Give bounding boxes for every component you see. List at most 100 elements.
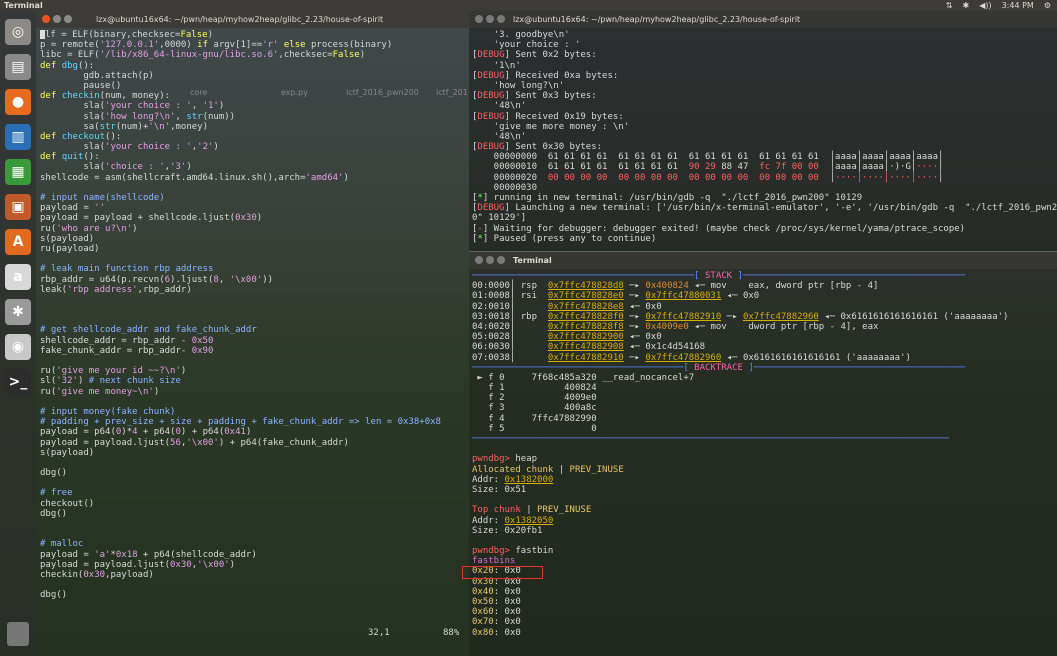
vim-buffer[interactable]: lf = ELF(binary,checksec=False) p = remot… <box>40 30 441 601</box>
gear-icon[interactable]: ⚙ <box>1044 0 1051 11</box>
gdb-line-segment: f 5 0 <box>472 423 597 434</box>
active-app-name: Terminal <box>4 1 43 10</box>
code-line-segment: ) <box>77 376 89 387</box>
launcher: ◎ ▤ ● ▥ ▦ ▣ Aa ✱ ◉ >_ <box>0 11 36 656</box>
maximize-icon[interactable] <box>497 15 505 23</box>
gdb-line-segment: Size: 0x20fb1 <box>472 525 543 536</box>
gdb-line-segment: pwndbg> <box>472 546 510 557</box>
gdb-line: ► f 0 7f68c485a320 __read_nocancel+7 <box>472 373 1008 383</box>
desktop-file-core[interactable]: core <box>190 88 207 97</box>
bluetooth-icon[interactable]: ✱ <box>962 0 969 11</box>
desktop-file-exp[interactable]: exp.py <box>281 88 308 97</box>
launcher-software-icon[interactable]: A <box>5 229 31 255</box>
desktop-file-binary[interactable]: lctf_2016_pwn200 <box>346 88 419 97</box>
output-line: [-] Waiting for debugger: debugger exite… <box>472 224 1057 234</box>
output-line-segment: 90 29 <box>688 162 722 173</box>
code-line: ru('give me your id ~~?\n') <box>40 366 441 376</box>
code-line-segment: ru( <box>40 386 57 397</box>
gdb-line-segment: ◂─ 0x0 <box>623 332 662 343</box>
editor-terminal-titlebar[interactable]: lzx@ubuntu16x64: ~/pwn/heap/myhow2heap/g… <box>36 11 469 28</box>
system-tray[interactable]: ⇅ ✱ ◀)) 3:44 PM ⚙ <box>946 0 1051 11</box>
launcher-writer-icon[interactable]: ▥ <box>5 124 31 150</box>
launcher-calc-icon[interactable]: ▦ <box>5 159 31 185</box>
gdb-line-segment: ◂─ 0x0 <box>721 291 760 302</box>
output-line-segment: ···· <box>916 162 939 173</box>
code-line-segment: ) <box>343 172 349 183</box>
gdb-line: ────────────────────────────────────────… <box>472 271 1008 281</box>
highlight-box <box>462 566 543 579</box>
launcher-dash-icon[interactable]: ◎ <box>5 19 31 45</box>
code-line: shellcode = asm(shellcraft.amd64.linux.s… <box>40 173 441 183</box>
code-line-segment: leak( <box>40 284 68 295</box>
code-line: p = remote('127.0.0.1',0000) if argv[1]=… <box>40 40 441 50</box>
launcher-terminal-icon[interactable]: >_ <box>5 369 31 395</box>
code-line-segment: + p64( <box>137 427 176 438</box>
gdb-terminal-titlebar[interactable]: Terminal <box>469 252 1057 269</box>
launcher-firefox-icon[interactable]: ● <box>5 89 31 115</box>
launcher-settings-icon[interactable]: ✱ <box>5 299 31 325</box>
exploit-output[interactable]: '3. goodbye\n' 'your choice : ' [DEBUG] S… <box>472 30 1057 244</box>
launcher-amazon-icon[interactable]: a <box>5 264 31 290</box>
trash-icon[interactable] <box>7 622 29 646</box>
gdb-line-segment: ────────────────────────────────────────… <box>472 271 705 281</box>
close-icon[interactable] <box>42 15 50 23</box>
gdb-line: Addr: 0x1382050 <box>472 516 1008 526</box>
output-line-segment: ] Received 0xa bytes: <box>504 70 619 81</box>
exploit-terminal-titlebar[interactable]: lzx@ubuntu16x64: ~/pwn/heap/myhow2heap/g… <box>469 11 1057 28</box>
code-line: def quit(): <box>40 152 441 162</box>
code-line: dbg() <box>40 468 441 478</box>
close-icon[interactable] <box>475 256 483 264</box>
desktop-file-binary-2[interactable]: lctf_201 <box>436 88 468 97</box>
editor-terminal-window[interactable]: lzx@ubuntu16x64: ~/pwn/heap/myhow2heap/g… <box>36 11 469 656</box>
minimize-icon[interactable] <box>486 15 494 23</box>
gdb-line-segment: ◂─ 0x0 <box>623 301 662 312</box>
code-line-segment: 'how long?\n' <box>105 111 176 122</box>
gdb-terminal[interactable]: Terminal ───────────────────────────────… <box>469 252 1057 656</box>
launcher-files-icon[interactable]: ▤ <box>5 54 31 80</box>
clock[interactable]: 3:44 PM <box>1002 0 1034 11</box>
code-line-segment: else <box>283 40 306 51</box>
gdb-line-segment: ─▸ <box>623 321 646 332</box>
output-line-segment: │ <box>818 172 836 183</box>
code-line-segment: # free <box>40 488 73 499</box>
code-line: sl('32') # next chunk size <box>40 376 441 386</box>
code-line-segment: fake_chunk_addr = rbp_addr- <box>40 345 192 356</box>
gdb-line: f 2 4009e0 <box>472 393 1008 403</box>
network-icon[interactable]: ⇅ <box>946 0 953 11</box>
gdb-line: 0x70: 0x0 <box>472 617 1008 627</box>
code-line-segment: '3' <box>170 162 187 173</box>
gdb-line-segment: 0x1382050 <box>504 515 554 526</box>
launcher-impress-icon[interactable]: ▣ <box>5 194 31 220</box>
gdb-line-segment: BACKTRACE <box>694 362 743 373</box>
exploit-output-terminal[interactable]: lzx@ubuntu16x64: ~/pwn/heap/myhow2heap/g… <box>469 11 1057 251</box>
code-line-segment: process(binary) <box>305 40 393 51</box>
maximize-icon[interactable] <box>497 256 505 264</box>
close-icon[interactable] <box>475 15 483 23</box>
output-line-segment: │ <box>938 172 944 183</box>
maximize-icon[interactable] <box>64 15 72 23</box>
gdb-line-segment: ◂─ 0x6161616161616161 ('aaaaaaaa') <box>818 311 1009 322</box>
code-line-segment: if <box>197 40 208 51</box>
code-line-segment: 0x41 <box>224 427 246 438</box>
code-line-segment: payload = <box>40 549 95 560</box>
code-line-segment: ) <box>359 50 366 61</box>
code-line-segment: dbg() <box>40 590 68 601</box>
code-line-segment: '\x00' <box>186 437 219 448</box>
minimize-icon[interactable] <box>53 15 61 23</box>
volume-icon[interactable]: ◀)) <box>979 0 991 11</box>
minimize-icon[interactable] <box>486 256 494 264</box>
gdb-line-segment: 0x7ffc47882910 <box>547 352 624 363</box>
gdb-line-segment: ─▸ <box>623 311 646 322</box>
code-line: checkout() <box>40 499 441 509</box>
launcher-dvd-icon[interactable]: ◉ <box>5 334 31 360</box>
code-line-segment: ) <box>213 142 219 153</box>
code-line-segment: p = remote( <box>40 40 100 51</box>
code-line-segment: 0x30 <box>235 213 257 224</box>
gdb-line: 01:0008│ rsi 0x7ffc478828e0 ─▸ 0x7ffc478… <box>472 291 1008 301</box>
output-line: [DEBUG] Sent 0x30 bytes: <box>472 142 1057 152</box>
gdb-output[interactable]: ────────────────────────────────────────… <box>472 271 1008 638</box>
code-line-segment: (num, money): <box>99 91 171 102</box>
output-line-segment: DEBUG <box>477 142 505 153</box>
